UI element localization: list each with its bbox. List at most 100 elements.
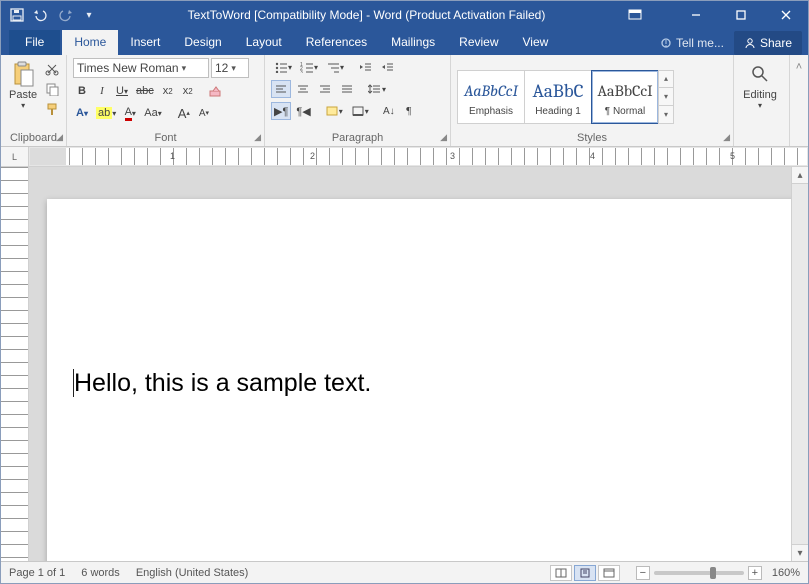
font-launcher-icon[interactable]: ◢ <box>254 132 261 143</box>
tab-home[interactable]: Home <box>62 30 118 55</box>
tab-mailings[interactable]: Mailings <box>379 30 447 55</box>
redo-icon[interactable] <box>55 5 75 25</box>
paragraph-launcher-icon[interactable]: ◢ <box>440 132 447 143</box>
styles-group-label: Styles <box>577 132 607 144</box>
ribbon-tabs: File Home Insert Design Layout Reference… <box>1 29 808 55</box>
document-text[interactable]: Hello, this is a sample text. <box>74 369 371 397</box>
tab-layout[interactable]: Layout <box>234 30 294 55</box>
zoom-out-button[interactable]: − <box>636 566 650 580</box>
text-effects-button[interactable]: A▾ <box>73 104 91 122</box>
editing-button[interactable]: Editing▾ <box>740 58 780 113</box>
borders-button[interactable]: ▾ <box>348 102 372 120</box>
share-label: Share <box>760 36 792 50</box>
status-words[interactable]: 6 words <box>81 567 120 579</box>
tell-me-label: Tell me... <box>676 36 724 50</box>
style-emphasis[interactable]: AaBbCcIEmphasis <box>457 70 525 124</box>
ruler-vertical[interactable] <box>1 167 29 561</box>
zoom-in-button[interactable]: + <box>748 566 762 580</box>
document-viewport[interactable]: Hello, this is a sample text. <box>29 167 791 561</box>
scroll-up-icon[interactable]: ▴ <box>792 167 808 184</box>
minimize-button[interactable] <box>673 1 718 29</box>
multilevel-button[interactable]: ▾ <box>323 58 347 76</box>
font-name-combo[interactable]: Times New Roman▾ <box>73 58 209 78</box>
change-case-button[interactable]: Aa▾ <box>141 104 164 122</box>
highlight-button[interactable]: ab▾ <box>93 104 119 122</box>
style-gallery[interactable]: AaBbCcIEmphasis AaBbCHeading 1 AaBbCcI¶ … <box>457 70 674 124</box>
ltr-button[interactable]: ▶¶ <box>271 102 291 120</box>
paste-label: Paste <box>9 89 37 101</box>
show-marks-button[interactable]: ¶ <box>400 102 418 120</box>
font-color-button[interactable]: A▾ <box>121 104 139 122</box>
window-title: TextToWord [Compatibility Mode] - Word (… <box>105 8 628 22</box>
strikethrough-button[interactable]: abc <box>133 82 157 100</box>
status-bar: Page 1 of 1 6 words English (United Stat… <box>1 561 808 583</box>
style-label: Emphasis <box>469 106 513 117</box>
sort-button[interactable]: A↓ <box>380 102 398 120</box>
tab-design[interactable]: Design <box>172 30 233 55</box>
close-button[interactable] <box>763 1 808 29</box>
line-spacing-button[interactable]: ▾ <box>365 80 389 98</box>
tab-references[interactable]: References <box>294 30 379 55</box>
bullets-button[interactable]: ▾ <box>271 58 295 76</box>
style-normal[interactable]: AaBbCcI¶ Normal <box>591 70 659 124</box>
grow-font-button[interactable]: A▴ <box>175 104 193 122</box>
tell-me[interactable]: Tell me... <box>650 31 734 55</box>
ruler-horizontal[interactable]: L 1 2 3 4 5 <box>1 147 808 167</box>
font-size-value: 12 <box>215 61 228 75</box>
editing-label: Editing <box>743 89 777 101</box>
clear-format-button[interactable] <box>205 82 225 100</box>
ribbon: Paste ▾ Clipboard◢ Times New Roman▾ 12▾ <box>1 55 808 147</box>
save-icon[interactable] <box>7 5 27 25</box>
bold-button[interactable]: B <box>73 82 91 100</box>
shading-button[interactable]: ▾ <box>322 102 346 120</box>
justify-button[interactable] <box>337 80 357 98</box>
clipboard-launcher-icon[interactable]: ◢ <box>56 132 63 143</box>
clipboard-group-label: Clipboard <box>10 132 57 144</box>
paste-button[interactable]: Paste ▾ <box>7 58 39 113</box>
tab-selector[interactable]: L <box>1 147 29 166</box>
view-web-button[interactable] <box>598 565 620 581</box>
font-group-label: Font <box>154 132 176 144</box>
scroll-down-icon[interactable]: ▾ <box>792 544 808 561</box>
subscript-button[interactable]: x2 <box>159 82 177 100</box>
align-center-button[interactable] <box>293 80 313 98</box>
undo-icon[interactable] <box>31 5 51 25</box>
tab-view[interactable]: View <box>511 30 561 55</box>
tab-insert[interactable]: Insert <box>118 30 172 55</box>
view-read-button[interactable] <box>550 565 572 581</box>
maximize-button[interactable] <box>718 1 763 29</box>
italic-button[interactable]: I <box>93 82 111 100</box>
svg-text:3: 3 <box>300 70 303 73</box>
vertical-scrollbar[interactable]: ▴ ▾ <box>791 167 808 561</box>
superscript-button[interactable]: x2 <box>179 82 197 100</box>
status-page[interactable]: Page 1 of 1 <box>9 567 65 579</box>
cut-button[interactable] <box>42 60 62 78</box>
decrease-indent-button[interactable] <box>355 58 375 76</box>
view-print-button[interactable] <box>574 565 596 581</box>
styles-launcher-icon[interactable]: ◢ <box>723 132 730 143</box>
align-left-button[interactable] <box>271 80 291 98</box>
status-language[interactable]: English (United States) <box>136 567 249 579</box>
zoom-slider[interactable] <box>654 571 744 575</box>
qat-customize-icon[interactable]: ▾ <box>79 5 99 25</box>
rtl-button[interactable]: ¶◀ <box>293 102 313 120</box>
share-button[interactable]: Share <box>734 31 802 55</box>
numbering-button[interactable]: 123▾ <box>297 58 321 76</box>
shrink-font-button[interactable]: A▾ <box>195 104 213 122</box>
collapse-ribbon-icon[interactable]: ˄ <box>790 55 808 146</box>
style-heading1[interactable]: AaBbCHeading 1 <box>524 70 592 124</box>
tab-review[interactable]: Review <box>447 30 510 55</box>
format-painter-button[interactable] <box>42 100 62 118</box>
copy-button[interactable] <box>42 80 62 98</box>
zoom-level[interactable]: 160% <box>772 567 800 579</box>
tab-file[interactable]: File <box>9 30 60 55</box>
paste-icon <box>9 60 37 88</box>
style-gallery-more[interactable]: ▴▾▾ <box>658 70 674 124</box>
page[interactable]: Hello, this is a sample text. <box>47 199 791 561</box>
find-icon <box>746 60 774 88</box>
ribbon-display-icon[interactable] <box>628 9 673 21</box>
font-size-combo[interactable]: 12▾ <box>211 58 249 78</box>
align-right-button[interactable] <box>315 80 335 98</box>
underline-button[interactable]: U▾ <box>113 82 131 100</box>
increase-indent-button[interactable] <box>377 58 397 76</box>
